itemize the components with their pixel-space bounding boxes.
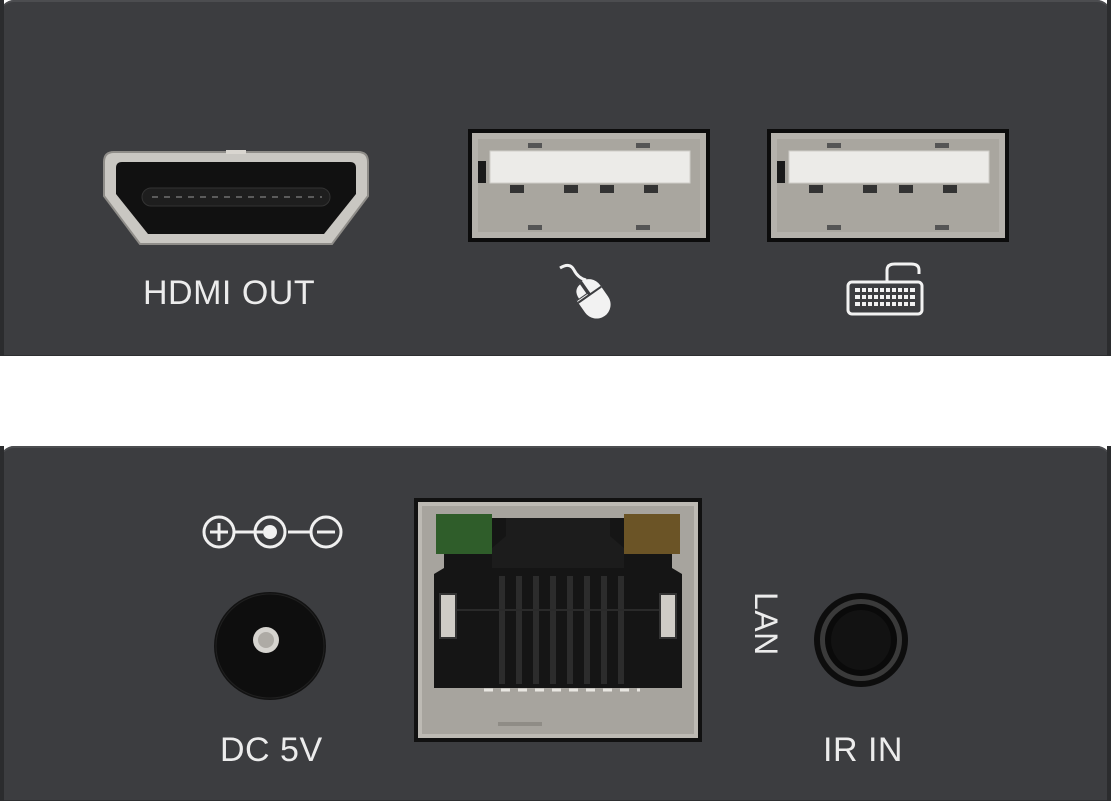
led-amber (624, 514, 680, 554)
panel-edge-right (1107, 446, 1111, 801)
dc-5v-label: DC 5V (220, 731, 323, 769)
keyboard-icon (845, 260, 925, 318)
lan-rj45-port[interactable] (414, 498, 702, 742)
panel-edge-right (1107, 0, 1111, 356)
hdmi-out-port[interactable] (100, 148, 372, 252)
dc-power-jack[interactable] (212, 590, 328, 702)
ir-in-label: IR IN (823, 731, 903, 769)
panel-edge-left (0, 0, 4, 356)
hdmi-out-label: HDMI OUT (143, 274, 316, 312)
mouse-icon (556, 262, 620, 322)
top-device-panel: HDMI OUT (0, 0, 1111, 356)
usb-port-keyboard[interactable] (767, 129, 1009, 242)
bottom-device-panel: DC 5V LAN IR IN (0, 446, 1111, 801)
ir-in-jack[interactable] (812, 592, 910, 688)
usb-port-mouse[interactable] (468, 129, 710, 242)
lan-label: LAN (748, 592, 784, 656)
polarity-icon (200, 512, 346, 552)
led-green (436, 514, 492, 554)
panel-edge-left (0, 446, 4, 801)
